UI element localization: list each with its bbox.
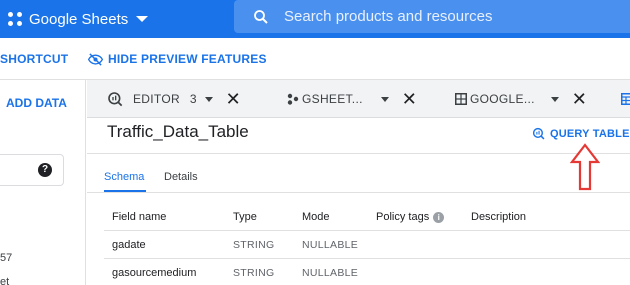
close-icon[interactable]: ✕ — [572, 90, 587, 108]
column-header: Field name — [112, 211, 167, 223]
table-row[interactable]: gadate STRING NULLABLE — [104, 231, 630, 259]
query-table-button[interactable]: QUERY TABLE — [532, 127, 630, 140]
query-icon — [108, 92, 123, 107]
product-name: Google Sheets — [29, 10, 129, 28]
info-icon[interactable]: i — [433, 211, 445, 223]
visibility-off-icon — [88, 52, 103, 66]
page-title: Traffic_Data_Table — [107, 122, 249, 141]
tab-gsheet[interactable]: GSHEET... ✕ — [287, 80, 417, 118]
type-cell: STRING — [233, 267, 275, 279]
editor-tabs-bar: EDITOR 3 ✕ GSHEET... ✕ GOOGLE... ✕ — [87, 80, 630, 118]
tab-label: GSHEET... — [302, 92, 363, 106]
explorer-search-input[interactable]: ? — [0, 154, 64, 186]
search-bar[interactable]: Search products and resources — [234, 0, 630, 33]
column-header: Mode — [302, 211, 330, 223]
grid-icon — [455, 93, 467, 105]
search-placeholder: Search products and resources — [284, 8, 493, 25]
sheets-logo-icon — [8, 12, 22, 26]
chevron-down-icon — [136, 16, 149, 22]
table-icon — [621, 93, 630, 105]
hide-preview-features-button[interactable]: HIDE PREVIEW FEATURES — [88, 52, 267, 66]
tab-count: 3 — [189, 92, 197, 106]
column-header: Type — [233, 211, 257, 223]
divider — [87, 153, 630, 154]
explorer-item-fragment[interactable]: 57 — [0, 252, 12, 264]
tab-details[interactable]: Details — [164, 171, 198, 183]
shortcut-button[interactable]: SHORTCUT — [0, 52, 68, 66]
column-header-label: Policy tags — [376, 211, 430, 223]
top-bar: Google Sheets Search products and resour… — [0, 0, 630, 38]
tab-label: GOOGLE... — [470, 92, 535, 106]
field-name-cell: gadate — [112, 239, 146, 251]
add-data-button[interactable]: ADD DATA — [6, 96, 67, 110]
divider — [87, 192, 630, 193]
field-name-cell: gasourcemedium — [112, 267, 197, 279]
product-switcher[interactable]: Google Sheets — [8, 9, 149, 29]
explorer-item-fragment[interactable]: et — [0, 276, 9, 285]
action-bar: SHORTCUT HIDE PREVIEW FEATURES — [0, 38, 630, 80]
mode-cell: NULLABLE — [302, 239, 359, 251]
chevron-down-icon[interactable] — [550, 96, 559, 102]
tab-google[interactable]: GOOGLE... ✕ — [455, 80, 587, 118]
tab-editor[interactable]: EDITOR 3 ✕ — [107, 80, 241, 118]
close-icon[interactable]: ✕ — [402, 90, 417, 108]
dots-icon — [287, 93, 299, 105]
search-icon — [254, 9, 268, 24]
annotation-arrow-icon — [570, 143, 600, 191]
column-header: Description — [471, 211, 527, 223]
hide-preview-label: HIDE PREVIEW FEATURES — [108, 52, 267, 66]
chevron-down-icon[interactable] — [204, 96, 213, 102]
query-icon — [532, 127, 545, 140]
mode-cell: NULLABLE — [302, 267, 359, 279]
chevron-down-icon[interactable] — [380, 96, 389, 102]
column-header-policy-tags: Policy tags i — [376, 211, 445, 223]
tab-table[interactable] — [621, 80, 630, 118]
query-table-label: QUERY TABLE — [550, 127, 630, 140]
close-icon[interactable]: ✕ — [226, 90, 241, 108]
explorer-panel: ADD DATA ? 57 et — [0, 80, 86, 285]
tab-schema[interactable]: Schema — [104, 171, 144, 183]
table-header-row: Field name Type Mode Policy tags i Descr… — [104, 203, 630, 231]
type-cell: STRING — [233, 239, 275, 251]
tab-label: EDITOR — [133, 92, 180, 106]
table-row[interactable]: gasourcemedium STRING NULLABLE — [104, 259, 630, 285]
help-icon[interactable]: ? — [38, 163, 52, 177]
